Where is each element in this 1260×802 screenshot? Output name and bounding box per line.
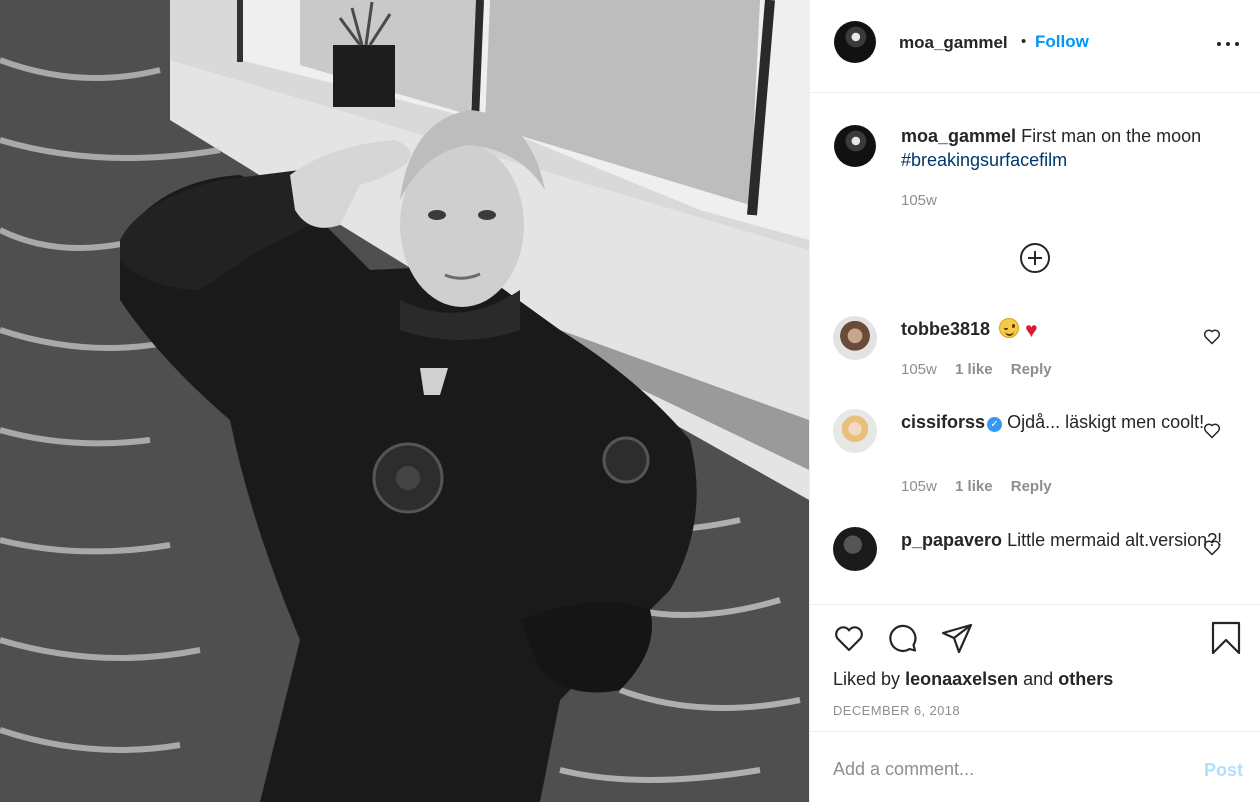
more-options-icon[interactable] [1216, 30, 1240, 54]
load-more-comments-icon[interactable] [1020, 243, 1050, 273]
post-side-panel: moa_gammel • Follow moa_gammel First man… [809, 0, 1260, 802]
post-comment-button[interactable]: Post [1204, 760, 1243, 781]
caption-hashtag[interactable]: #breakingsurfacefilm [901, 150, 1067, 170]
comment-text-block: cissiforss ✓ Ojdå... läskigt men coolt! [901, 410, 1231, 434]
caption-text-block: moa_gammel First man on the moon #breaki… [901, 124, 1231, 172]
comment-reply-button[interactable]: Reply [1011, 478, 1052, 495]
caption-meta: 105w [901, 192, 937, 209]
comment-username[interactable]: cissiforss [901, 412, 985, 432]
separator-dot: • [1021, 33, 1027, 50]
wink-emoji-icon [999, 318, 1020, 338]
post-header: moa_gammel • Follow [810, 0, 1260, 93]
comment-meta: 105w 1 like Reply [901, 478, 1052, 495]
comment-avatar[interactable] [833, 527, 877, 571]
comment-avatar[interactable] [833, 409, 877, 453]
post-photo-illustration [0, 0, 809, 802]
comment-text-block: p_papavero Little mermaid alt.version?! [901, 528, 1231, 552]
verified-badge-icon: ✓ [987, 417, 1003, 432]
post-date[interactable]: DECEMBER 6, 2018 [833, 703, 960, 718]
comment-username[interactable]: tobbe3818 [901, 319, 990, 339]
comment-like-heart-icon[interactable] [1202, 326, 1222, 346]
red-heart-emoji-icon: ♥ [1025, 319, 1038, 342]
liked-by-prefix: Liked by [833, 669, 901, 689]
caption-age[interactable]: 105w [901, 192, 937, 209]
comment-text: Ojdå... läskigt men coolt! [1007, 412, 1205, 432]
post-photo[interactable] [0, 0, 809, 802]
comment-text: Little mermaid alt.version?! [1007, 530, 1223, 550]
comment-likes[interactable]: 1 like [955, 478, 993, 495]
comment-username[interactable]: p_papavero [901, 530, 1002, 550]
liked-by-and: and [1023, 669, 1054, 689]
caption-avatar[interactable] [834, 125, 876, 167]
comment-reply-button[interactable]: Reply [1011, 361, 1052, 378]
comment-icon[interactable] [886, 621, 920, 655]
comment-age[interactable]: 105w [901, 361, 937, 378]
post-actions: Liked by leonaaxelsen and others DECEMBE… [810, 604, 1260, 731]
comment-age[interactable]: 105w [901, 478, 937, 495]
caption-username[interactable]: moa_gammel [901, 126, 1016, 146]
comment-like-heart-icon[interactable] [1202, 420, 1222, 440]
comment-avatar[interactable] [833, 316, 877, 360]
heart-icon[interactable] [832, 621, 866, 655]
follow-button[interactable]: Follow [1035, 32, 1089, 52]
comment-text-block: tobbe3818 ♥ [901, 317, 1231, 343]
author-avatar[interactable] [834, 21, 876, 63]
liked-by-others[interactable]: others [1058, 669, 1113, 689]
comment-likes[interactable]: 1 like [955, 361, 993, 378]
comment-input[interactable] [833, 756, 1173, 782]
comment-like-heart-icon[interactable] [1202, 537, 1222, 557]
comments-list: moa_gammel First man on the moon #breaki… [810, 94, 1260, 604]
author-username[interactable]: moa_gammel [899, 33, 1008, 53]
comment-meta: 105w 1 like Reply [901, 361, 1052, 378]
add-comment-bar: Post [810, 731, 1260, 802]
caption-text: First man on the moon [1021, 126, 1202, 146]
bookmark-icon[interactable] [1209, 621, 1243, 655]
liked-by: Liked by leonaaxelsen and others [833, 669, 1113, 690]
share-icon[interactable] [940, 621, 974, 655]
liked-by-user[interactable]: leonaaxelsen [905, 669, 1018, 689]
